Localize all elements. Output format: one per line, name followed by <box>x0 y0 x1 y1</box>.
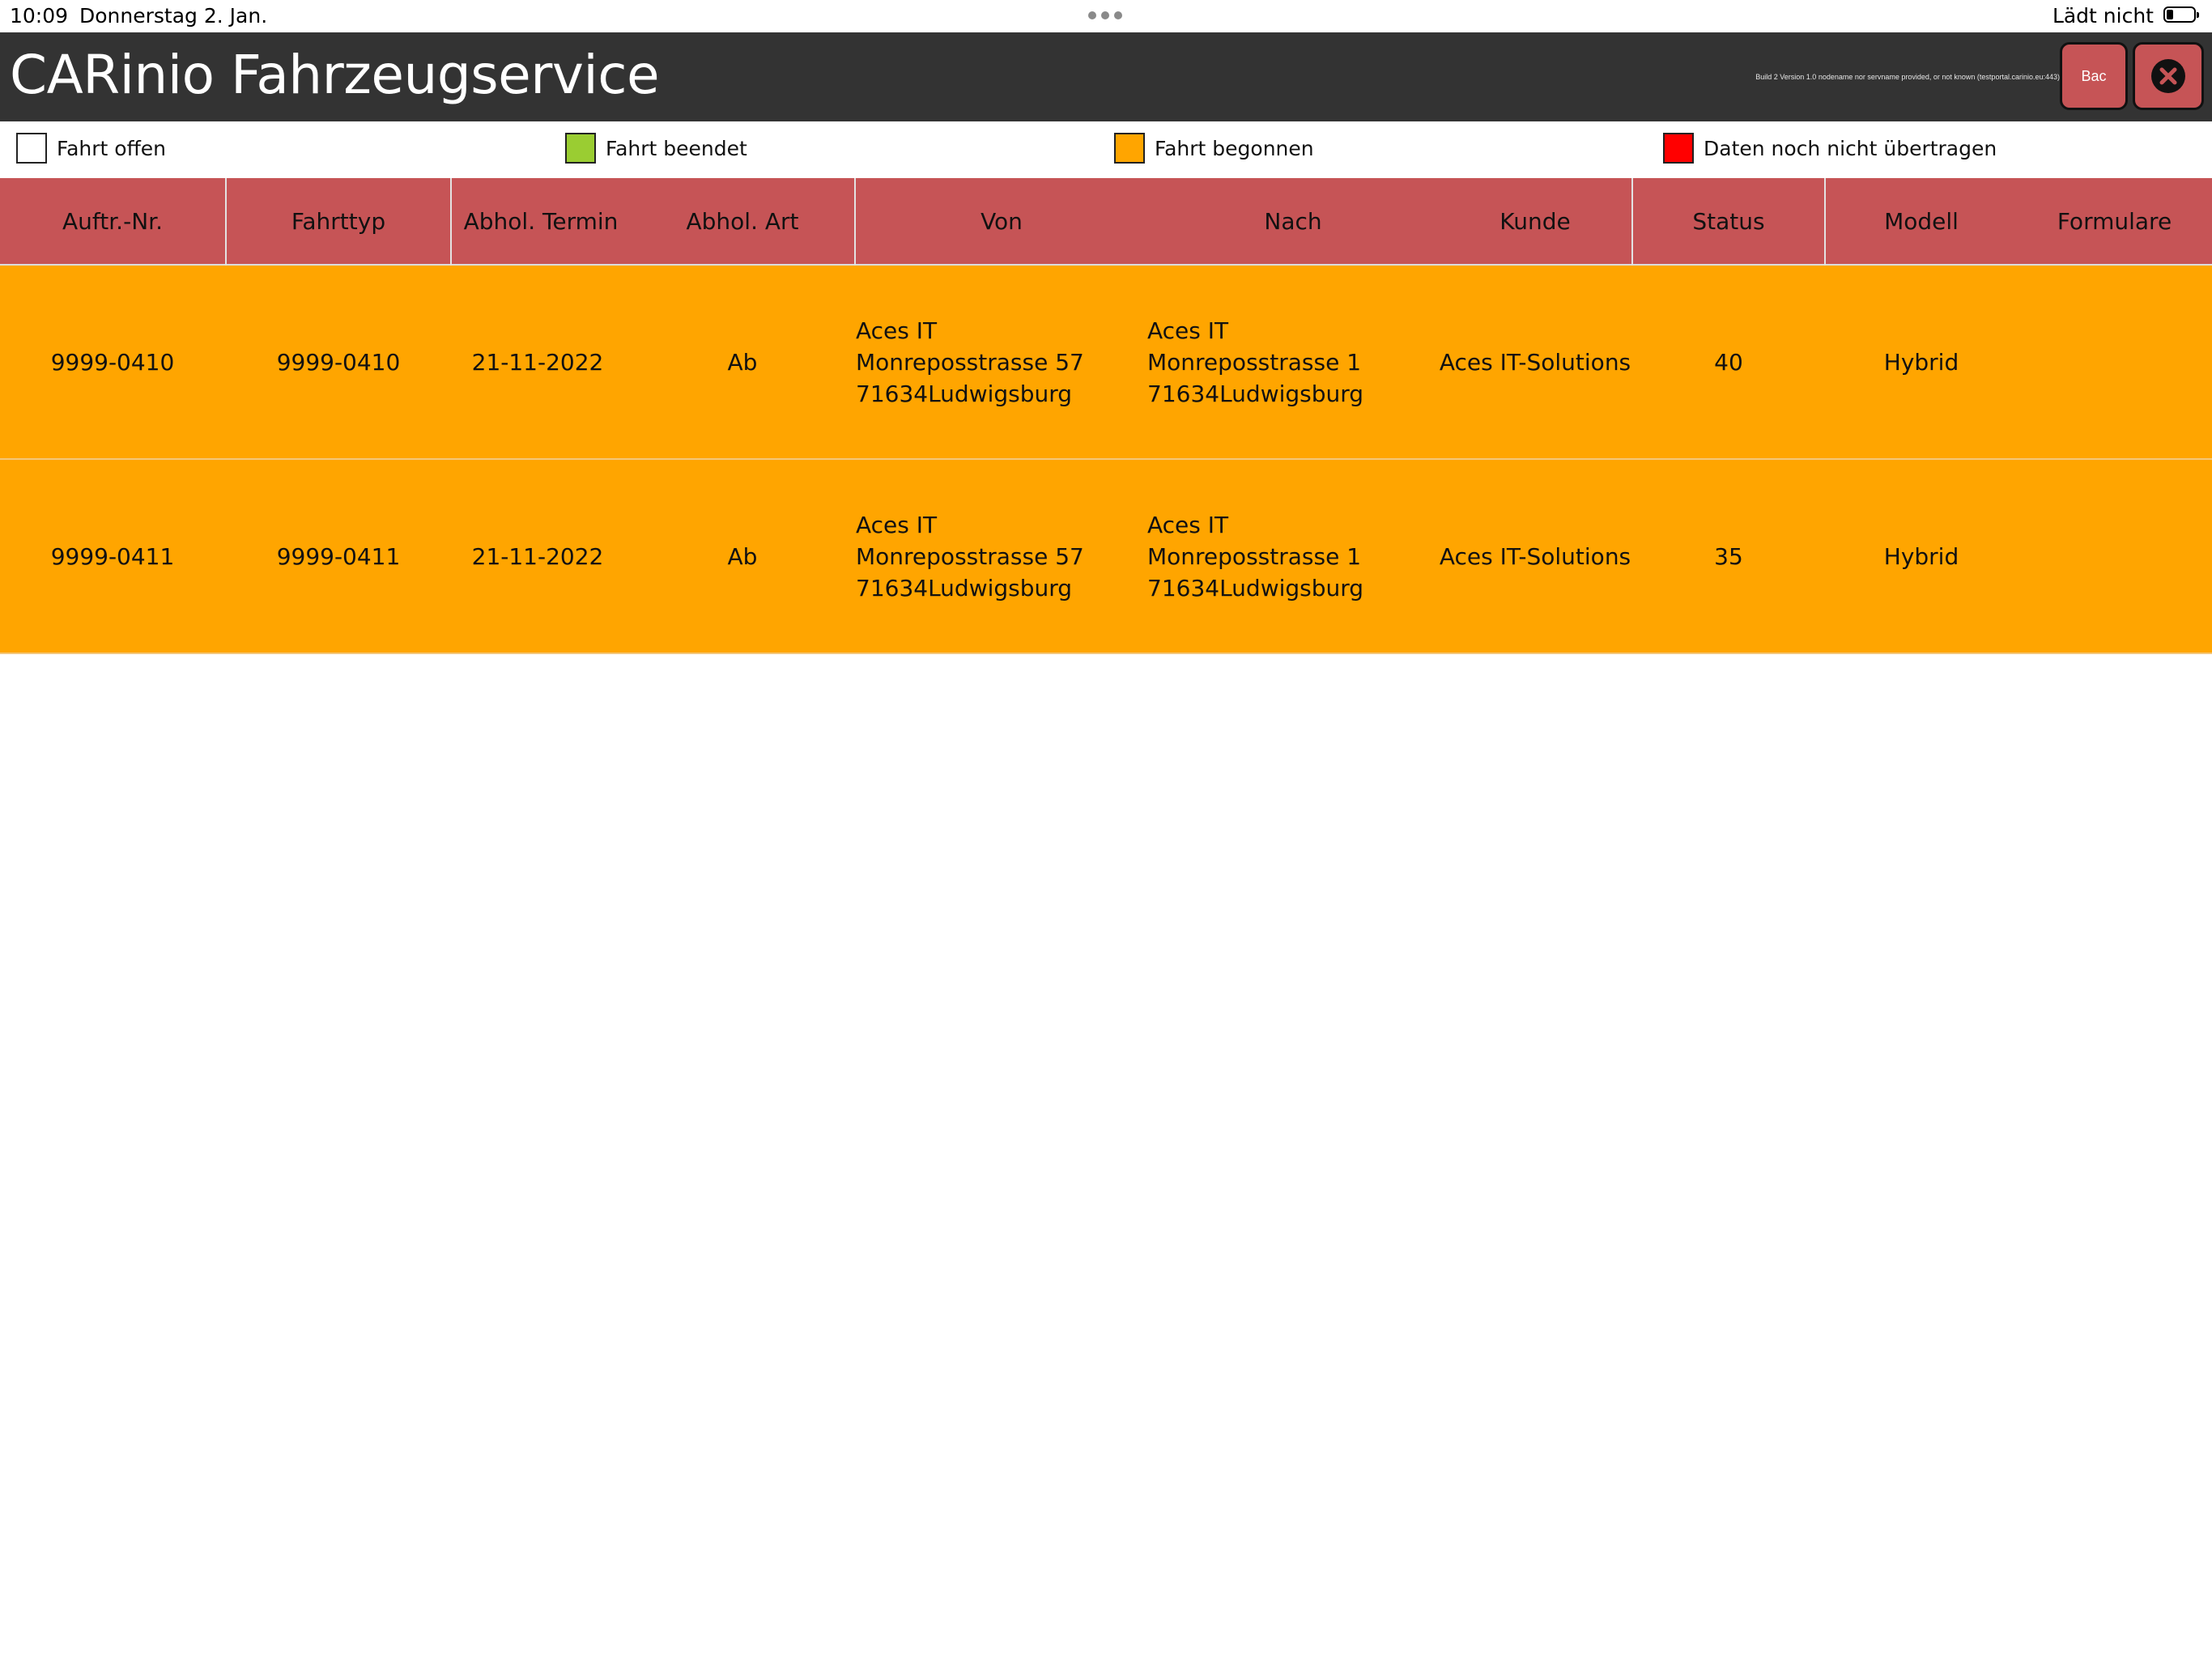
app-header: CARinio Fahrzeugservice Build 2 Version … <box>0 32 2212 121</box>
column-header-modell[interactable]: Modell <box>1826 178 2017 264</box>
cell-formulare[interactable] <box>2017 266 2212 458</box>
build-info: Build 2 Version 1.0 nodename nor servnam… <box>1755 73 2060 81</box>
charging-status: Lädt nicht <box>2052 4 2154 28</box>
trips-table: Auftr.-Nr. Fahrttyp Abhol. Termin Abhol.… <box>0 178 2212 654</box>
cell-auftr-nr: 9999-0411 <box>50 542 175 570</box>
multitasking-dots-icon[interactable] <box>1088 11 1122 19</box>
cell-formulare[interactable] <box>2017 460 2212 653</box>
table-row[interactable]: 9999-0411 9999-0411 21-11-2022 Ab Aces I… <box>0 460 2212 654</box>
legend-swatch <box>1663 133 1694 164</box>
nach-line: Aces IT <box>1147 317 1229 344</box>
von-line: Aces IT <box>856 317 938 344</box>
bac-button[interactable]: Bac <box>2060 42 2128 110</box>
cell-auftr-nr: 9999-0410 <box>50 348 175 376</box>
cell-fahrttyp: 9999-0411 <box>276 542 401 570</box>
nach-line: Monreposstrasse 1 <box>1147 348 1362 376</box>
close-button[interactable] <box>2133 42 2204 110</box>
cell-von: Aces IT Monreposstrasse 57 71634Ludwigsb… <box>856 266 1139 458</box>
cell-status: 40 <box>1714 348 1743 376</box>
column-header-fahrttyp[interactable]: Fahrttyp <box>227 178 450 264</box>
legend-item-daten-nicht-uebertragen: Daten noch nicht übertragen <box>1663 133 1997 164</box>
von-line: Monreposstrasse 57 <box>856 348 1084 376</box>
column-header-kunde[interactable]: Kunde <box>1439 178 1631 264</box>
cell-modell: Hybrid <box>1883 348 1959 376</box>
von-line: Monreposstrasse 57 <box>856 542 1084 570</box>
column-header-auftr-nr[interactable]: Auftr.-Nr. <box>0 178 225 264</box>
legend-label: Fahrt beendet <box>606 136 747 160</box>
legend-item-fahrt-offen: Fahrt offen <box>16 133 166 164</box>
nach-line: Monreposstrasse 1 <box>1147 542 1362 570</box>
legend-label: Daten noch nicht übertragen <box>1704 136 1997 160</box>
column-header-formulare[interactable]: Formulare <box>2017 178 2212 264</box>
column-header-abhol-termin[interactable]: Abhol. Termin <box>452 178 630 264</box>
legend-swatch <box>16 133 47 164</box>
cell-von: Aces IT Monreposstrasse 57 71634Ludwigsb… <box>856 460 1139 653</box>
nach-line: 71634Ludwigsburg <box>1147 574 1364 602</box>
app-title: CARinio Fahrzeugservice <box>10 44 660 106</box>
column-header-abhol-art[interactable]: Abhol. Art <box>648 178 837 264</box>
legend-item-fahrt-beendet: Fahrt beendet <box>565 133 747 164</box>
legend-item-fahrt-begonnen: Fahrt begonnen <box>1114 133 1314 164</box>
status-time: 10:09 <box>10 4 69 28</box>
cell-modell: Hybrid <box>1883 542 1959 570</box>
cell-status: 35 <box>1714 542 1743 570</box>
cell-abhol-termin: 21-11-2022 <box>471 542 604 570</box>
column-header-von[interactable]: Von <box>856 178 1147 264</box>
close-circle-icon <box>2151 59 2185 93</box>
cell-nach: Aces IT Monreposstrasse 1 71634Ludwigsbu… <box>1147 460 1431 653</box>
legend-label: Fahrt begonnen <box>1155 136 1314 160</box>
cell-kunde: Aces IT-Solutions <box>1439 348 1631 376</box>
nach-line: Aces IT <box>1147 511 1229 538</box>
von-line: 71634Ludwigsburg <box>856 380 1073 407</box>
nach-line: 71634Ludwigsburg <box>1147 380 1364 407</box>
legend-swatch <box>1114 133 1145 164</box>
battery-icon <box>2163 6 2199 23</box>
von-line: Aces IT <box>856 511 938 538</box>
legend-label: Fahrt offen <box>57 136 167 160</box>
status-date: Donnerstag 2. Jan. <box>79 4 268 28</box>
table-row[interactable]: 9999-0410 9999-0410 21-11-2022 Ab Aces I… <box>0 266 2212 460</box>
cell-fahrttyp: 9999-0410 <box>276 348 401 376</box>
column-header-status[interactable]: Status <box>1633 178 1824 264</box>
status-legend: Fahrt offen Fahrt beendet Fahrt begonnen… <box>0 121 2212 178</box>
legend-swatch <box>565 133 596 164</box>
status-bar: 10:09 Donnerstag 2. Jan. Lädt nicht <box>0 0 2212 32</box>
column-header-nach[interactable]: Nach <box>1147 178 1439 264</box>
cell-abhol-termin: 21-11-2022 <box>471 348 604 376</box>
cell-kunde: Aces IT-Solutions <box>1439 542 1631 570</box>
cell-nach: Aces IT Monreposstrasse 1 71634Ludwigsbu… <box>1147 266 1431 458</box>
table-header: Auftr.-Nr. Fahrttyp Abhol. Termin Abhol.… <box>0 178 2212 266</box>
von-line: 71634Ludwigsburg <box>856 574 1073 602</box>
cell-abhol-art: Ab <box>727 542 758 570</box>
cell-abhol-art: Ab <box>727 348 758 376</box>
